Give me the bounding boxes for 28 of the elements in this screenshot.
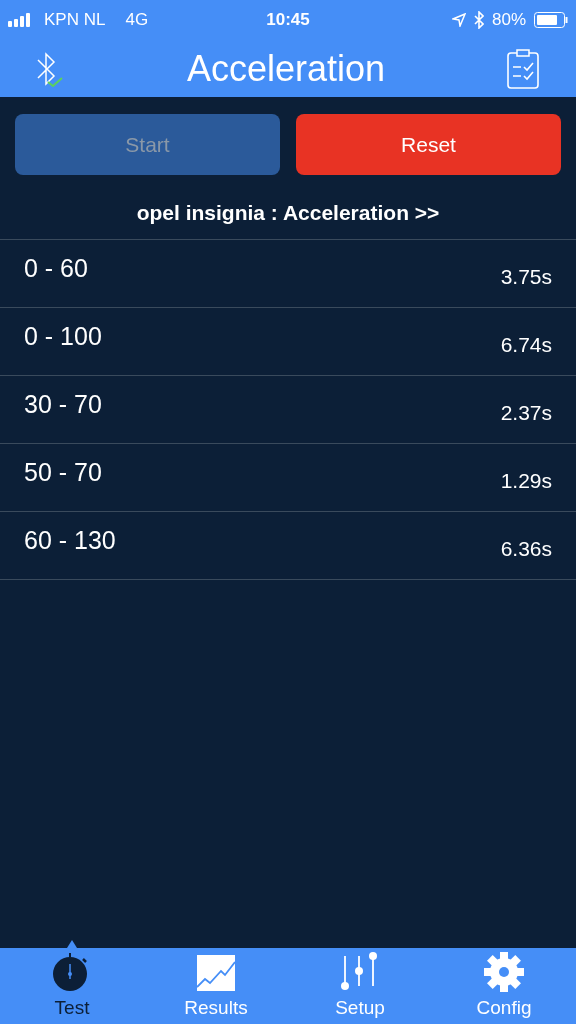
screen-title: Acceleration bbox=[186, 46, 386, 91]
tab-bar-item[interactable]: Config bbox=[432, 948, 576, 1024]
speed-range: 0 - 100 bbox=[24, 321, 102, 353]
elapsed-time: 6.74s bbox=[500, 332, 552, 359]
location-icon bbox=[451, 13, 466, 27]
speed-range: 0 - 60 bbox=[24, 253, 88, 285]
tab-bar-item[interactable]: Results bbox=[144, 948, 288, 1024]
elapsed-time: 1.29s bbox=[500, 468, 552, 495]
clock-time: 10:45 bbox=[266, 9, 310, 32]
elapsed-time: 2.37s bbox=[500, 400, 552, 427]
session-heading: opel insignia : Acceleration >> bbox=[136, 200, 440, 226]
tab-bar-item[interactable]: Test bbox=[0, 948, 144, 1024]
sliders-icon bbox=[340, 951, 380, 992]
bluetooth-icon bbox=[473, 11, 484, 29]
battery-icon bbox=[534, 12, 568, 28]
speed-range: 60 - 130 bbox=[24, 525, 116, 557]
elapsed-time: 6.36s bbox=[500, 536, 552, 563]
gear-icon bbox=[484, 951, 524, 992]
network-type: 4G bbox=[125, 9, 149, 32]
speed-range: 30 - 70 bbox=[24, 389, 102, 421]
carrier-name: KPN NL bbox=[44, 9, 106, 32]
reset-button[interactable]: Reset bbox=[296, 114, 561, 175]
elapsed-time: 3.75s bbox=[500, 264, 552, 291]
speed-range: 50 - 70 bbox=[24, 457, 102, 489]
tab-bar-item[interactable]: Setup bbox=[288, 948, 432, 1024]
clipboard-icon[interactable] bbox=[506, 48, 540, 89]
battery-percent: 80% bbox=[491, 9, 526, 32]
line-chart-icon bbox=[197, 953, 235, 992]
